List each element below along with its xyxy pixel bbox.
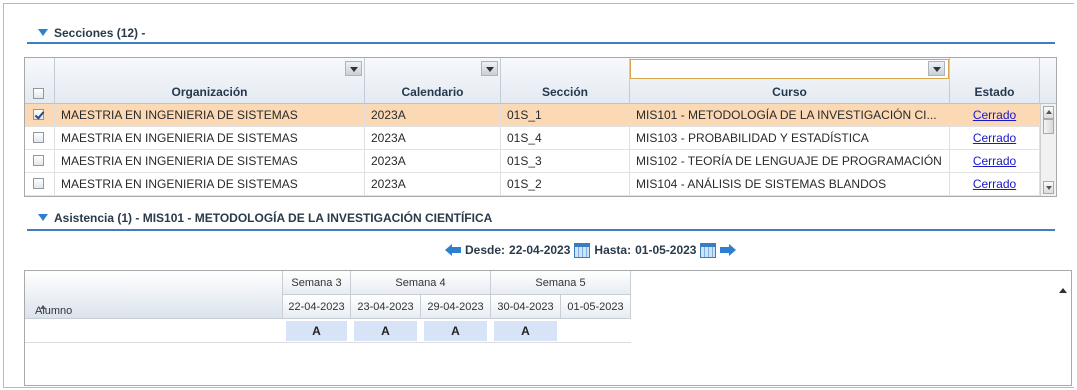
collapse-triangle-icon[interactable] bbox=[38, 29, 48, 36]
hasta-label: Hasta: bbox=[594, 243, 632, 257]
dropdown-arrow-icon[interactable] bbox=[481, 61, 498, 76]
right-arrow-icon[interactable] bbox=[720, 244, 737, 256]
cell-curso: MIS102 - TEORÍA DE LENGUAJE DE PROGRAMAC… bbox=[630, 150, 950, 172]
estado-link[interactable]: Cerrado bbox=[950, 150, 1040, 172]
select-all-checkbox[interactable] bbox=[33, 88, 44, 99]
attendance-title: Asistencia (1) - MIS101 - METODOLOGÍA DE… bbox=[54, 211, 493, 225]
calendar-icon[interactable] bbox=[574, 242, 591, 258]
row-select-cell bbox=[25, 104, 55, 126]
row-select-cell bbox=[25, 150, 55, 172]
date-header: 29-04-2023 bbox=[421, 295, 491, 319]
sections-panel-header[interactable]: Secciones (12) - bbox=[38, 26, 145, 40]
date-header: 30-04-2023 bbox=[491, 295, 561, 319]
row-checkbox[interactable] bbox=[33, 109, 44, 120]
desde-label: Desde: bbox=[465, 243, 506, 257]
table-row[interactable]: MAESTRIA EN INGENIERIA DE SISTEMAS 2023A… bbox=[25, 173, 1056, 196]
attendance-panel-header[interactable]: Asistencia (1) - MIS101 - METODOLOGÍA DE… bbox=[38, 211, 492, 225]
cell-organizacion: MAESTRIA EN INGENIERIA DE SISTEMAS bbox=[55, 104, 365, 126]
scroll-thumb[interactable] bbox=[1043, 119, 1054, 134]
cell-seccion: 01S_1 bbox=[501, 104, 630, 126]
dropdown-arrow-icon[interactable] bbox=[928, 61, 945, 76]
row-checkbox[interactable] bbox=[33, 132, 44, 143]
desde-value: 22-04-2023 bbox=[509, 243, 571, 257]
cell-curso: MIS103 - PROBABILIDAD Y ESTADÍSTICA bbox=[630, 127, 950, 149]
row-checkbox[interactable] bbox=[33, 155, 44, 166]
week-header: Semana 3 bbox=[283, 271, 351, 295]
estado-link[interactable]: Cerrado bbox=[950, 127, 1040, 149]
cell-seccion: 01S_4 bbox=[501, 127, 630, 149]
estado-link[interactable]: Cerrado bbox=[950, 104, 1040, 126]
week-header: Semana 5 bbox=[491, 271, 631, 295]
date-header: 22-04-2023 bbox=[283, 295, 351, 319]
header-estado[interactable]: Estado bbox=[950, 58, 1040, 104]
table-row[interactable]: MAESTRIA EN INGENIERIA DE SISTEMAS 2023A… bbox=[25, 150, 1056, 173]
attendance-mark[interactable]: A bbox=[494, 321, 557, 341]
header-seccion-label: Sección bbox=[541, 85, 589, 99]
cell-organizacion: MAESTRIA EN INGENIERIA DE SISTEMAS bbox=[55, 127, 365, 149]
header-organizacion-label: Organización bbox=[171, 85, 248, 99]
table-row[interactable]: MAESTRIA EN INGENIERIA DE SISTEMAS 2023A… bbox=[25, 104, 1056, 127]
row-checkbox[interactable] bbox=[33, 178, 44, 189]
cell-curso: MIS104 - ANÁLISIS DE SISTEMAS BLANDOS bbox=[630, 173, 950, 195]
scroll-down-icon[interactable] bbox=[1043, 181, 1054, 194]
cell-organizacion: MAESTRIA EN INGENIERIA DE SISTEMAS bbox=[55, 150, 365, 172]
cell-calendario: 2023A bbox=[365, 150, 501, 172]
table-row[interactable]: MAESTRIA EN INGENIERIA DE SISTEMAS 2023A… bbox=[25, 127, 1056, 150]
date-range-nav: Desde: 22-04-2023 Hasta: 01-05-2023 bbox=[445, 241, 737, 259]
cell-calendario: 2023A bbox=[365, 104, 501, 126]
row-divider bbox=[25, 342, 631, 343]
header-estado-label: Estado bbox=[974, 85, 1015, 99]
sections-title: Secciones (12) - bbox=[54, 26, 146, 40]
row-select-cell bbox=[25, 173, 55, 195]
left-arrow-icon[interactable] bbox=[445, 244, 461, 256]
attendance-divider bbox=[27, 229, 1055, 231]
week-header: Semana 4 bbox=[351, 271, 491, 295]
hasta-value: 01-05-2023 bbox=[635, 243, 697, 257]
calendar-icon[interactable] bbox=[700, 242, 717, 258]
cell-organizacion: MAESTRIA EN INGENIERIA DE SISTEMAS bbox=[55, 173, 365, 195]
attendance-mark[interactable] bbox=[564, 321, 627, 341]
attendance-grid-header: Alumno Semana 3 Semana 4 Semana 5 22-04-… bbox=[25, 271, 1071, 319]
date-header: 23-04-2023 bbox=[351, 295, 421, 319]
attendance-grid: Alumno Semana 3 Semana 4 Semana 5 22-04-… bbox=[24, 270, 1072, 386]
sections-scrollbar[interactable] bbox=[1040, 104, 1056, 196]
cell-calendario: 2023A bbox=[365, 173, 501, 195]
estado-link[interactable]: Cerrado bbox=[950, 173, 1040, 195]
attendance-mark[interactable]: A bbox=[286, 321, 347, 341]
collapse-triangle-icon[interactable] bbox=[38, 214, 48, 221]
date-header: 01-05-2023 bbox=[561, 295, 631, 319]
cell-seccion: 01S_2 bbox=[501, 173, 630, 195]
curso-filter-field[interactable] bbox=[630, 59, 949, 79]
header-curso[interactable]: Curso bbox=[630, 58, 950, 104]
sections-grid: Organización Calendario Sección Curso Es… bbox=[24, 57, 1057, 197]
cell-curso: MIS101 - METODOLOGÍA DE LA INVESTIGACIÓN… bbox=[630, 104, 950, 126]
header-curso-label: Curso bbox=[772, 85, 807, 99]
sections-divider bbox=[27, 42, 1055, 44]
header-organizacion[interactable]: Organización bbox=[55, 58, 365, 104]
header-calendario[interactable]: Calendario bbox=[365, 58, 501, 104]
header-alumno[interactable]: Alumno bbox=[25, 271, 283, 319]
header-seccion[interactable]: Sección bbox=[501, 58, 630, 104]
sort-up-icon[interactable] bbox=[40, 305, 46, 309]
sections-grid-header: Organización Calendario Sección Curso Es… bbox=[25, 58, 1056, 104]
header-calendario-label: Calendario bbox=[401, 85, 464, 99]
scroll-up-icon[interactable] bbox=[1055, 271, 1071, 319]
scroll-up-icon[interactable] bbox=[1043, 106, 1054, 119]
row-select-cell bbox=[25, 127, 55, 149]
dropdown-arrow-icon[interactable] bbox=[345, 61, 362, 76]
attendance-mark[interactable]: A bbox=[354, 321, 417, 341]
cell-calendario: 2023A bbox=[365, 127, 501, 149]
attendance-mark[interactable]: A bbox=[424, 321, 487, 341]
select-all-column bbox=[25, 58, 55, 104]
cell-seccion: 01S_3 bbox=[501, 150, 630, 172]
